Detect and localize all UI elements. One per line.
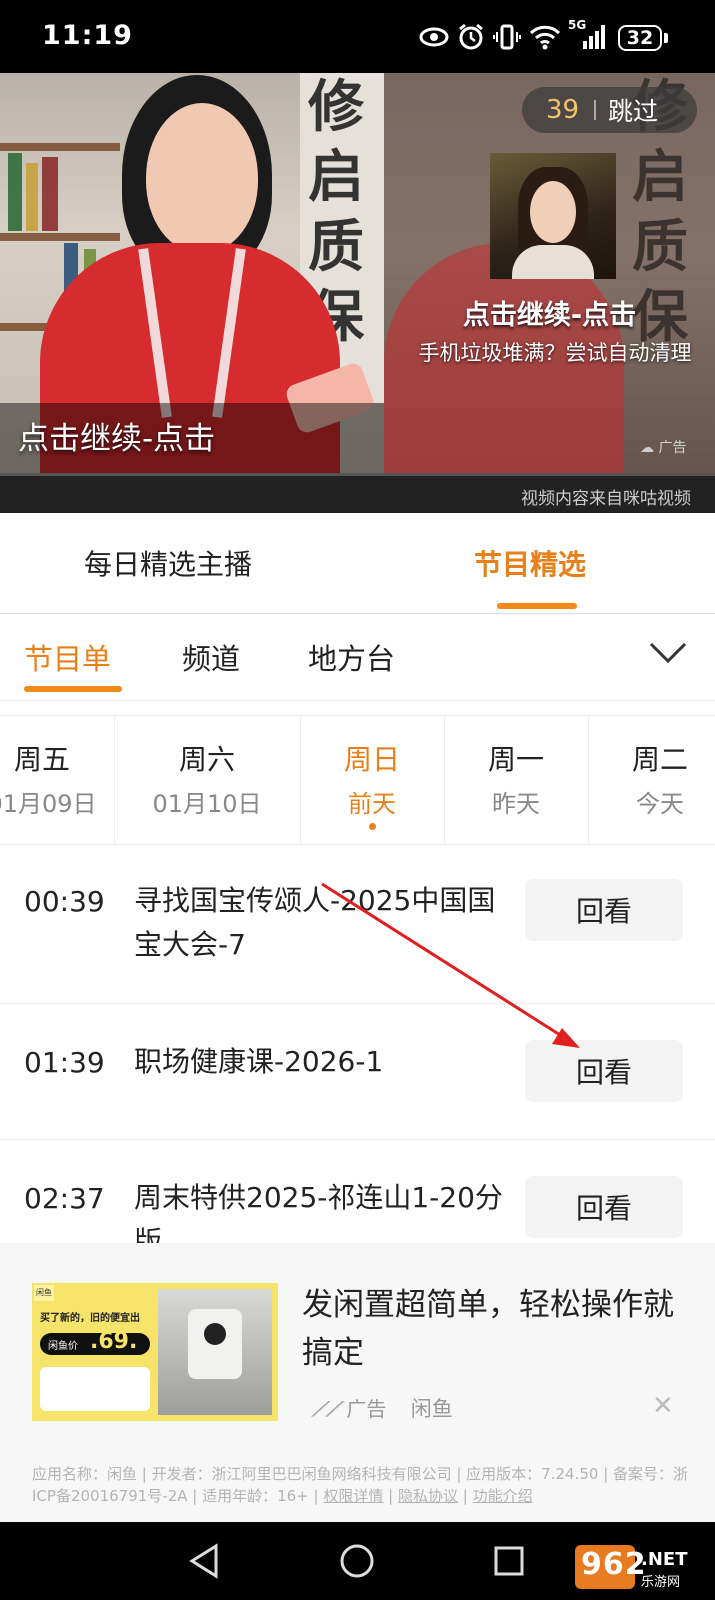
tab-local-stations[interactable]: 地方台 <box>308 636 395 678</box>
video-source-bar: 视频内容来自咪咕视频 <box>0 476 715 513</box>
banner-char: 启 <box>308 145 364 210</box>
day-name: 周二 <box>631 743 688 776</box>
program-row[interactable]: 02:37 周末特供2025-祁连山1-20分版 回看 <box>0 1140 715 1243</box>
ad-description: 手机垃圾堆满？尝试自动清理 <box>418 341 692 365</box>
program-title: 职场健康课-2026-1 <box>134 1045 384 1078</box>
day-selector: 周五 01月09日 周六 01月10日 周日 前天 周一 昨天 周二 今天 <box>0 715 715 845</box>
tab-program-picks[interactable]: 节目精选 <box>474 543 586 583</box>
program-row[interactable]: 01:39 职场健康课-2026-1 回看 <box>0 1004 715 1140</box>
ad-image-corner: 闲鱼 <box>34 1285 54 1301</box>
site-watermark: 962 .NET 乐游网 <box>575 1545 705 1593</box>
skip-ad-button[interactable]: 39 跳过 <box>522 87 697 133</box>
video-player[interactable]: 修 启 质 保 点击继续-点击 修 启 质 保 39 跳过 点击继续-点击 手机… <box>0 73 715 513</box>
privacy-policy-link[interactable]: 隐私协议 <box>398 1487 458 1505</box>
sub-tab-indicator <box>24 686 122 692</box>
ad-phone-mock <box>40 1367 150 1411</box>
ad-meta: ⟋⟋ 广告 闲鱼 <box>312 1393 453 1423</box>
eye-icon <box>418 22 450 52</box>
video-frame-left: 修 启 质 保 点击继续-点击 <box>0 73 384 473</box>
banner-char: 启 <box>632 145 688 210</box>
ad-logo-icon: ⟋⟋ <box>312 1397 340 1421</box>
day-item-selected[interactable]: 周日 前天 <box>300 716 445 844</box>
watermark-sub: 乐游网 <box>641 1575 681 1590</box>
ad-image-slogan: 买了新的，旧的便宜出 <box>40 1313 140 1324</box>
skip-label: 跳过 <box>608 97 659 126</box>
ad-headline[interactable]: 发闲置超简单，轻松操作就搞定 <box>302 1281 682 1377</box>
network-type: 5G <box>568 18 587 32</box>
video-source-text: 视频内容来自咪咕视频 <box>521 489 691 509</box>
day-item[interactable]: 周一 昨天 <box>444 716 589 844</box>
divider <box>594 100 596 120</box>
program-row[interactable]: 00:39 寻找国宝传颂人-2025中国国宝大会-7 回看 <box>0 843 715 1004</box>
program-time: 00:39 <box>24 885 105 918</box>
ad-countdown: 39 <box>546 95 580 125</box>
day-item[interactable]: 周二 今天 <box>588 716 715 844</box>
banner-char: 修 <box>308 75 364 140</box>
day-item[interactable]: 周六 01月10日 <box>114 716 301 844</box>
selected-dot <box>368 823 376 830</box>
watermark-suffix: .NET <box>641 1549 688 1570</box>
day-name: 周六 <box>178 743 235 776</box>
feature-intro-link[interactable]: 功能介绍 <box>473 1487 533 1505</box>
day-date: 昨天 <box>492 790 540 818</box>
day-item[interactable]: 周五 01月09日 <box>0 716 115 844</box>
battery-level: 32 <box>626 27 654 49</box>
day-date: 今天 <box>636 790 684 818</box>
alarm-icon <box>456 22 486 52</box>
permission-details-link[interactable]: 权限详情 <box>323 1487 383 1505</box>
tab-daily-hosts[interactable]: 每日精选主播 <box>84 543 252 583</box>
ad-tag-label: 广告 <box>658 440 687 456</box>
home-icon[interactable] <box>338 1542 376 1580</box>
app-info: 应用名称：闲鱼 | 开发者：浙江阿里巴巴闲鱼网络科技有限公司 | 应用版本：7.… <box>0 1423 715 1522</box>
recents-icon[interactable] <box>492 1542 526 1580</box>
vibrate-icon <box>492 22 522 52</box>
ad-title[interactable]: 点击继续-点击 <box>384 293 715 332</box>
banner-char: 质 <box>632 215 688 280</box>
day-date: 前天 <box>348 790 396 818</box>
tab-schedule[interactable]: 节目单 <box>24 636 111 678</box>
program-title: 周末特供2025-祁连山1-20分版 <box>134 1181 503 1243</box>
main-tabs: 每日精选主播 节目精选 <box>0 513 715 614</box>
ad-price: .69. <box>90 1329 138 1354</box>
status-time: 11:19 <box>42 20 133 51</box>
sub-tabs: 节目单 频道 地方台 <box>0 614 715 701</box>
ad-price-pill: 闲鱼价 .69. <box>40 1329 150 1355</box>
status-bar: 11:19 5G 32 <box>0 0 715 73</box>
replay-button[interactable]: 回看 <box>525 879 683 941</box>
banner-char: 质 <box>308 215 364 280</box>
ad-thumbnail[interactable] <box>490 153 616 279</box>
chevron-down-icon[interactable] <box>648 638 688 668</box>
video-caption: 点击继续-点击 <box>18 421 216 457</box>
close-icon[interactable]: ✕ <box>652 1391 674 1421</box>
battery-icon: 32 <box>618 25 662 51</box>
day-date: 01月10日 <box>152 790 262 818</box>
day-name: 周五 <box>13 743 70 776</box>
signal-icon: 5G <box>568 18 608 52</box>
ad-image[interactable]: 闲鱼 买了新的，旧的便宜出 闲鱼价 .69. <box>32 1283 278 1421</box>
ad-brand: 闲鱼 <box>410 1397 453 1421</box>
program-time: 02:37 <box>24 1182 105 1215</box>
day-name: 周日 <box>343 743 400 776</box>
replay-button[interactable]: 回看 <box>525 1176 683 1238</box>
back-icon[interactable] <box>188 1542 220 1580</box>
battery-tip <box>664 33 668 43</box>
ad-product-photo <box>158 1289 272 1415</box>
day-name: 周一 <box>487 743 544 776</box>
wifi-icon <box>528 22 562 52</box>
replay-button[interactable]: 回看 <box>525 1040 683 1102</box>
tab-channels[interactable]: 频道 <box>182 636 240 678</box>
watermark-number: 962 <box>581 1547 647 1582</box>
ad-price-label: 闲鱼价 <box>48 1341 78 1352</box>
ad-tag-label: 广告 <box>346 1397 387 1421</box>
program-time: 01:39 <box>24 1046 105 1079</box>
day-date: 01月09日 <box>0 790 97 818</box>
ad-banner[interactable]: 闲鱼 买了新的，旧的便宜出 闲鱼价 .69. 发闲置超简单，轻松操作就搞定 ⟋⟋… <box>0 1243 715 1423</box>
ad-tag: ☁ 广告 <box>640 440 687 456</box>
main-tab-indicator <box>497 603 577 609</box>
program-title: 寻找国宝传颂人-2025中国国宝大会-7 <box>134 884 496 961</box>
